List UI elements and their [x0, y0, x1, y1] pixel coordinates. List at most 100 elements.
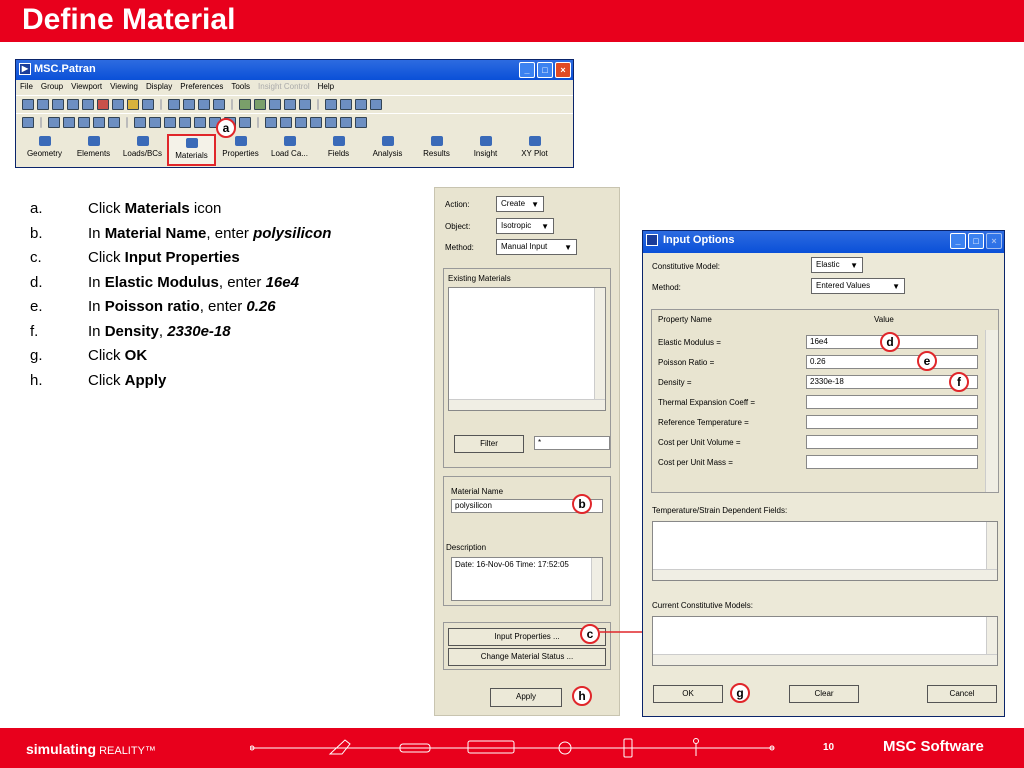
open-file-icon[interactable]: [37, 99, 49, 110]
apply-button[interactable]: Apply: [490, 688, 562, 707]
close-icon[interactable]: ×: [555, 62, 571, 78]
loads-bcs-icon: [136, 136, 149, 146]
cost-per-volume-input[interactable]: [806, 435, 978, 449]
menu-viewport[interactable]: Viewport: [71, 82, 102, 95]
toolbar-separator: [126, 117, 128, 128]
reset-icon[interactable]: [142, 99, 154, 110]
materials-button[interactable]: Materials: [167, 134, 216, 166]
temperature-fields-list[interactable]: [652, 521, 998, 581]
object-row: Object: Isotropic ▼: [445, 218, 554, 234]
vertical-scrollbar[interactable]: [985, 330, 998, 492]
fit-icon[interactable]: [325, 117, 337, 128]
loads-bcs-button[interactable]: Loads/BCs: [118, 134, 167, 166]
render-icon-2[interactable]: [254, 99, 266, 110]
render-icon-1[interactable]: [239, 99, 251, 110]
instruction-list: a. Click Materials icon b. In Material Nam…: [30, 197, 331, 393]
vertical-scrollbar[interactable]: [591, 558, 602, 600]
change-material-status-button[interactable]: Change Material Status ...: [448, 648, 606, 666]
cancel-button[interactable]: Cancel: [927, 685, 997, 703]
xy-plot-button[interactable]: XY Plot: [510, 134, 559, 166]
entity-icon-3[interactable]: [164, 117, 176, 128]
minimize-icon[interactable]: _: [950, 233, 966, 249]
copy-icon[interactable]: [82, 99, 94, 110]
menu-tools[interactable]: Tools: [231, 82, 250, 95]
clear-button[interactable]: Clear: [789, 685, 859, 703]
dialog-method-dropdown[interactable]: Entered Values ▼: [811, 278, 905, 294]
thermal-expansion-input[interactable]: [806, 395, 978, 409]
constitutive-model-dropdown[interactable]: Elastic ▼: [811, 257, 863, 273]
analysis-button[interactable]: Analysis: [363, 134, 412, 166]
menu-file[interactable]: File: [20, 82, 33, 95]
print-icon[interactable]: [67, 99, 79, 110]
render-icon-3[interactable]: [269, 99, 281, 110]
render-icon-5[interactable]: [299, 99, 311, 110]
tool-icon-a[interactable]: [325, 99, 337, 110]
load-cases-button[interactable]: Load Ca...: [265, 134, 314, 166]
method-dropdown[interactable]: Manual Input ▼: [496, 239, 577, 255]
menu-viewing[interactable]: Viewing: [110, 82, 138, 95]
view-icon-4[interactable]: [213, 99, 225, 110]
entity-icon-1[interactable]: [134, 117, 146, 128]
tool-icon-d[interactable]: [370, 99, 382, 110]
reference-temperature-input[interactable]: [806, 415, 978, 429]
object-dropdown[interactable]: Isotropic ▼: [496, 218, 554, 234]
geometry-button[interactable]: Geometry: [20, 134, 69, 166]
chevron-down-icon: ▼: [541, 222, 549, 231]
action-dropdown[interactable]: Create ▼: [496, 196, 544, 212]
tool-icon-b[interactable]: [340, 99, 352, 110]
pick-icon-3[interactable]: [78, 117, 90, 128]
view-icon-2[interactable]: [183, 99, 195, 110]
save-icon[interactable]: [52, 99, 64, 110]
horizontal-scrollbar[interactable]: [449, 399, 605, 410]
rotate-icon[interactable]: [310, 117, 322, 128]
results-button[interactable]: Results: [412, 134, 461, 166]
tool-icon-c[interactable]: [355, 99, 367, 110]
entity-icon-2[interactable]: [149, 117, 161, 128]
maximize-icon[interactable]: □: [537, 62, 553, 78]
insight-button[interactable]: Insight: [461, 134, 510, 166]
undo-icon[interactable]: [97, 99, 109, 110]
entity-icon-5[interactable]: [194, 117, 206, 128]
elements-button[interactable]: Elements: [69, 134, 118, 166]
view-control-icon-3[interactable]: [295, 117, 307, 128]
fields-button[interactable]: Fields: [314, 134, 363, 166]
filter-input[interactable]: *: [534, 436, 610, 450]
horizontal-scrollbar[interactable]: [653, 569, 997, 580]
horizontal-scrollbar[interactable]: [653, 654, 997, 665]
pick-icon-4[interactable]: [93, 117, 105, 128]
entity-icon-8[interactable]: [239, 117, 251, 128]
maximize-icon[interactable]: □: [968, 233, 984, 249]
pick-icon-1[interactable]: [48, 117, 60, 128]
view-control-icon-2[interactable]: [280, 117, 292, 128]
view-icon-1[interactable]: [168, 99, 180, 110]
view-control-icon-1[interactable]: [265, 117, 277, 128]
zoom-in-icon[interactable]: [355, 117, 367, 128]
minimize-icon[interactable]: _: [519, 62, 535, 78]
menu-preferences[interactable]: Preferences: [180, 82, 223, 95]
new-file-icon[interactable]: [22, 99, 34, 110]
ok-button[interactable]: OK: [653, 685, 723, 703]
hand-icon[interactable]: [112, 99, 124, 110]
home-icon[interactable]: [22, 117, 34, 128]
cost-per-mass-input[interactable]: [806, 455, 978, 469]
menu-display[interactable]: Display: [146, 82, 172, 95]
entity-icon-4[interactable]: [179, 117, 191, 128]
render-icon-4[interactable]: [284, 99, 296, 110]
brush-icon[interactable]: [127, 99, 139, 110]
callout-f: f: [949, 372, 969, 392]
pick-icon-2[interactable]: [63, 117, 75, 128]
filter-button[interactable]: Filter: [454, 435, 524, 453]
menu-group[interactable]: Group: [41, 82, 63, 95]
pick-icon-5[interactable]: [108, 117, 120, 128]
description-textarea[interactable]: Date: 16-Nov-06 Time: 17:52:05: [451, 557, 603, 601]
menu-help[interactable]: Help: [318, 82, 334, 95]
menu-insight-control: Insight Control: [258, 82, 310, 91]
existing-materials-list[interactable]: [448, 287, 606, 411]
zoom-out-icon[interactable]: [340, 117, 352, 128]
poisson-ratio-input[interactable]: 0.26: [806, 355, 978, 369]
input-options-dialog: Input Options _ □ × Constitutive Model: …: [642, 230, 1005, 717]
view-icon-3[interactable]: [198, 99, 210, 110]
vertical-scrollbar[interactable]: [594, 288, 605, 410]
current-models-list[interactable]: [652, 616, 998, 666]
properties-button[interactable]: Properties: [216, 134, 265, 166]
